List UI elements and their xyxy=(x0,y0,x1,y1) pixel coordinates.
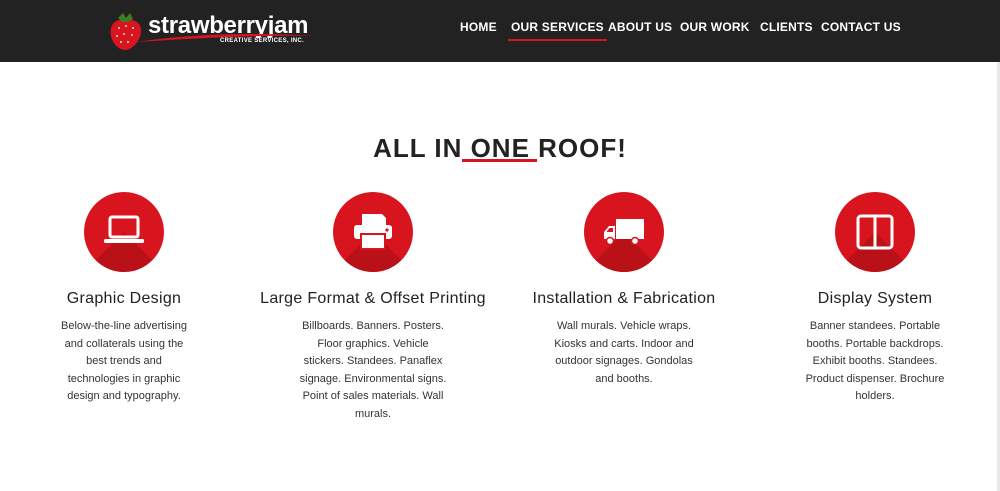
nav-about-us[interactable]: ABOUT US xyxy=(608,20,672,34)
service-title: Display System xyxy=(817,290,933,307)
service-graphic-design: Graphic Design Below-the-line advertisin… xyxy=(9,192,239,406)
nav-our-services[interactable]: OUR SERVICES xyxy=(508,20,607,41)
laptop-icon xyxy=(84,192,164,272)
service-title: Installation & Fabrication xyxy=(532,290,716,307)
printer-icon xyxy=(333,192,413,272)
service-display-system: Display System Banner standees. Portable… xyxy=(760,192,990,406)
columns-icon xyxy=(835,192,915,272)
brand-tagline: CREATIVE SERVICES, INC. xyxy=(220,38,305,44)
nav-our-work[interactable]: OUR WORK xyxy=(680,20,750,34)
service-description: Banner standees. Portable booths. Portab… xyxy=(805,320,945,403)
service-installation: Installation & Fabrication Wall murals. … xyxy=(509,192,739,388)
title-underline xyxy=(462,159,537,162)
truck-icon xyxy=(584,192,664,272)
nav-contact-us[interactable]: CONTACT US xyxy=(821,20,901,34)
nav-clients[interactable]: CLIENTS xyxy=(760,20,813,34)
top-navigation-bar: strawberryjam CREATIVE SERVICES, INC. HO… xyxy=(0,0,1000,62)
service-description: Wall murals. Vehicle wraps. Kiosks and c… xyxy=(554,320,694,385)
nav-home[interactable]: HOME xyxy=(460,20,497,34)
service-printing: Large Format & Offset Printing Billboard… xyxy=(258,192,488,424)
service-title: Large Format & Offset Printing xyxy=(260,290,486,307)
service-description: Below-the-line advertising and collatera… xyxy=(61,320,187,403)
service-description: Billboards. Banners. Posters. Floor grap… xyxy=(299,320,447,420)
service-title: Graphic Design xyxy=(66,290,182,307)
brand-logo[interactable]: strawberryjam CREATIVE SERVICES, INC. xyxy=(108,10,318,52)
